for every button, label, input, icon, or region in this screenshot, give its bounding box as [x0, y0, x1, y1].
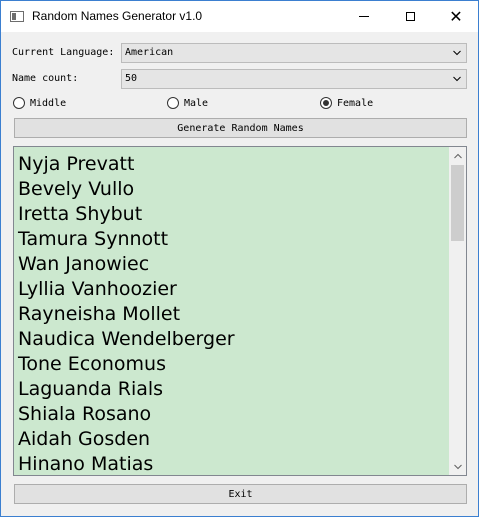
list-item[interactable]: Shiala Rosano [18, 402, 235, 427]
radio-female[interactable]: Female [320, 96, 373, 110]
list-item[interactable]: Tamura Synnott [18, 227, 235, 252]
list-item[interactable]: Tone Economus [18, 352, 235, 377]
window-icon [10, 11, 24, 22]
names-list[interactable]: Nyja Prevatt Bevely Vullo Iretta Shybut … [13, 146, 467, 476]
radio-middle[interactable]: Middle [13, 96, 66, 110]
title-bar[interactable]: Random Names Generator v1.0 ✕ [1, 1, 478, 32]
generate-button[interactable]: Generate Random Names [14, 118, 467, 138]
count-value: 50 [125, 73, 138, 84]
list-item[interactable]: Hinano Matias [18, 452, 235, 475]
list-item[interactable]: Aidah Gosden [18, 427, 235, 452]
window-title: Random Names Generator v1.0 [32, 9, 203, 23]
close-icon: ✕ [449, 6, 463, 26]
count-label: Name count: [12, 73, 79, 84]
radio-label: Female [337, 97, 374, 109]
close-button[interactable]: ✕ [433, 1, 479, 32]
chevron-up-icon [453, 153, 462, 158]
radio-label: Middle [30, 97, 67, 109]
list-item[interactable]: Nyja Prevatt [18, 152, 235, 177]
scrollbar-thumb[interactable] [451, 165, 464, 241]
minimize-icon [359, 16, 369, 17]
exit-button[interactable]: Exit [14, 484, 467, 504]
chevron-down-icon [453, 464, 462, 469]
chevron-down-icon [453, 76, 461, 82]
list-item[interactable]: Laguanda Rials [18, 377, 235, 402]
list-item[interactable]: Iretta Shybut [18, 202, 235, 227]
app-window: Random Names Generator v1.0 ✕ Current La… [0, 0, 479, 517]
minimize-button[interactable] [341, 1, 387, 32]
scroll-up-button[interactable] [449, 147, 466, 164]
names-container: Nyja Prevatt Bevely Vullo Iretta Shybut … [18, 152, 235, 475]
language-value: American [125, 47, 174, 58]
radio-circle-selected [320, 97, 332, 109]
scroll-down-button[interactable] [449, 458, 466, 475]
list-item[interactable]: Wan Janowiec [18, 252, 235, 277]
language-label: Current Language: [12, 47, 115, 58]
radio-circle [167, 97, 179, 109]
list-item[interactable]: Naudica Wendelberger [18, 327, 235, 352]
language-select[interactable]: American [121, 43, 467, 63]
list-item[interactable]: Bevely Vullo [18, 177, 235, 202]
list-item[interactable]: Rayneisha Mollet [18, 302, 235, 327]
maximize-icon [405, 12, 415, 21]
list-item[interactable]: Lyllia Vanhoozier [18, 277, 235, 302]
radio-label: Male [184, 97, 209, 109]
vertical-scrollbar[interactable] [449, 147, 466, 475]
radio-male[interactable]: Male [167, 96, 208, 110]
count-select[interactable]: 50 [121, 69, 467, 89]
radio-circle [13, 97, 25, 109]
maximize-button[interactable] [387, 1, 433, 32]
chevron-down-icon [453, 50, 461, 56]
